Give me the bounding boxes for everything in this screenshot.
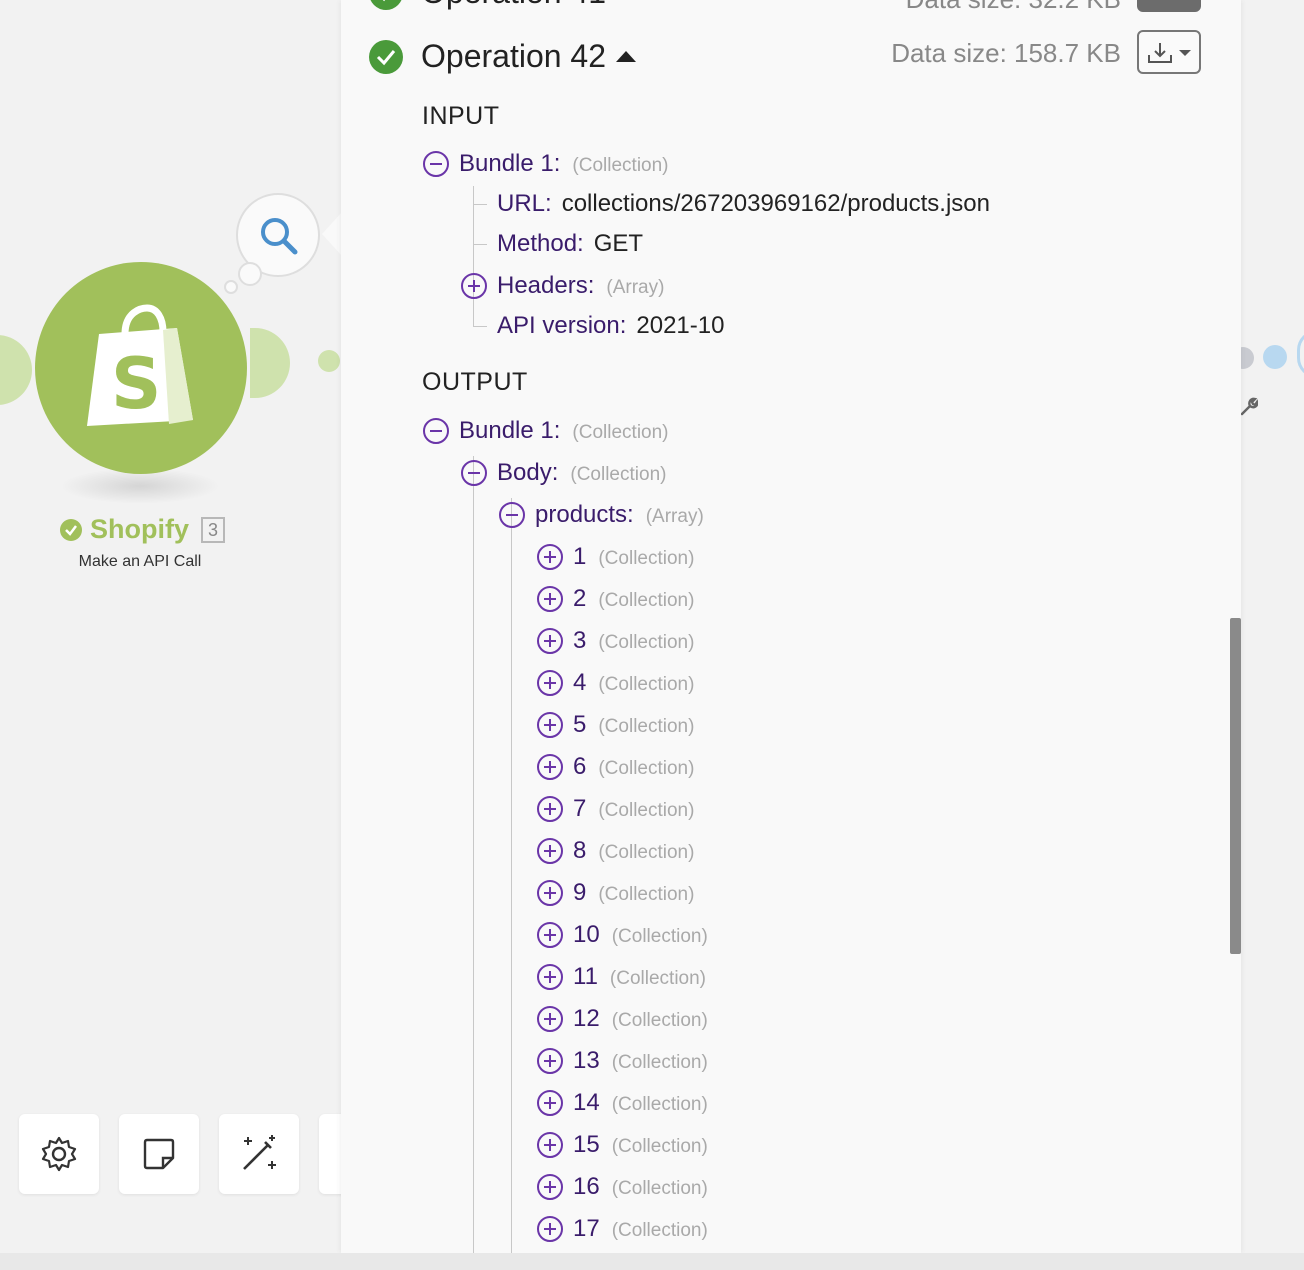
- expand-toggle-icon[interactable]: [537, 922, 563, 948]
- output-section-label: OUTPUT: [422, 368, 528, 396]
- product-item[interactable]: 12 (Collection): [537, 1005, 708, 1033]
- product-item[interactable]: 10 (Collection): [537, 921, 708, 949]
- expand-toggle-icon[interactable]: [537, 796, 563, 822]
- route-dot: [318, 350, 340, 372]
- expand-toggle-icon[interactable]: [537, 586, 563, 612]
- operation-row[interactable]: Operation 42: [369, 38, 637, 75]
- product-item[interactable]: 16 (Collection): [537, 1173, 708, 1201]
- collapse-toggle-icon[interactable]: [423, 418, 449, 444]
- product-item[interactable]: 1 (Collection): [537, 543, 694, 571]
- product-item[interactable]: 7 (Collection): [537, 795, 694, 823]
- tree-field-api-version[interactable]: API version: 2021-10: [497, 312, 724, 340]
- bubble-dot: [238, 262, 262, 286]
- product-item[interactable]: 11 (Collection): [537, 963, 706, 991]
- product-item[interactable]: 6 (Collection): [537, 753, 694, 781]
- tree-guide: [473, 186, 474, 326]
- product-item[interactable]: 13 (Collection): [537, 1047, 708, 1075]
- download-bundles-button[interactable]: [1137, 0, 1201, 12]
- search-icon: [261, 218, 298, 255]
- collapse-toggle-icon[interactable]: [461, 460, 487, 486]
- product-item[interactable]: 14 (Collection): [537, 1089, 708, 1117]
- expand-toggle-icon[interactable]: [537, 1048, 563, 1074]
- tree-node-bundle[interactable]: Bundle 1: (Collection): [423, 417, 669, 445]
- input-section-label: INPUT: [422, 102, 500, 130]
- expand-toggle-icon[interactable]: [537, 1174, 563, 1200]
- expand-toggle-icon[interactable]: [537, 628, 563, 654]
- tree-node-bundle[interactable]: Bundle 1: (Collection): [423, 150, 669, 178]
- product-item[interactable]: 2 (Collection): [537, 585, 694, 613]
- auto-align-button[interactable]: [219, 1114, 299, 1194]
- node-title: Shopify: [90, 514, 189, 544]
- product-item[interactable]: 5 (Collection): [537, 711, 694, 739]
- product-item[interactable]: 9 (Collection): [537, 879, 694, 907]
- node-id-badge: 3: [201, 516, 226, 543]
- node-label: Shopify 3: [60, 514, 226, 545]
- notes-button[interactable]: [119, 1114, 199, 1194]
- download-icon: [1148, 43, 1172, 63]
- expand-toggle-icon[interactable]: [537, 544, 563, 570]
- operation-inspector-panel: Operation 41 Data size: 32.2 KB Operatio…: [341, 0, 1241, 1253]
- node-subtitle: Make an API Call: [78, 553, 202, 570]
- collapse-toggle-icon[interactable]: [499, 502, 525, 528]
- settings-button[interactable]: [19, 1114, 99, 1194]
- next-module-edge[interactable]: [1297, 330, 1304, 378]
- expand-toggle-icon[interactable]: [461, 273, 487, 299]
- tree-field-url[interactable]: URL: collections/267203969162/products.j…: [497, 190, 990, 218]
- shopify-bag-icon: S: [87, 304, 193, 426]
- product-item[interactable]: 3 (Collection): [537, 627, 694, 655]
- tree-guide: [473, 326, 487, 327]
- note-icon: [143, 1138, 175, 1170]
- expand-toggle-icon[interactable]: [537, 670, 563, 696]
- expand-toggle-icon[interactable]: [537, 712, 563, 738]
- route-dot: [1263, 345, 1287, 369]
- panel-scrollbar[interactable]: [1230, 618, 1241, 954]
- tree-node-products[interactable]: products: (Array): [499, 501, 704, 529]
- success-check-icon: [369, 39, 403, 74]
- expand-toggle-icon[interactable]: [537, 1216, 563, 1242]
- connector-right[interactable]: [250, 328, 290, 398]
- tree-node-body[interactable]: Body: (Collection): [461, 459, 666, 487]
- bubble-dot: [224, 280, 238, 294]
- tree-node-headers[interactable]: Headers: (Array): [461, 272, 664, 300]
- download-bundles-button[interactable]: [1137, 30, 1201, 74]
- expand-toggle-icon[interactable]: [537, 838, 563, 864]
- collapse-caret-icon[interactable]: [616, 51, 637, 62]
- operation-title: Operation 41: [421, 0, 606, 11]
- panel-pointer: [322, 212, 342, 256]
- expand-toggle-icon[interactable]: [537, 1090, 563, 1116]
- operation-row[interactable]: Operation 41: [369, 0, 636, 11]
- wrench-icon[interactable]: [1238, 396, 1258, 416]
- expand-toggle-icon[interactable]: [537, 1132, 563, 1158]
- expand-toggle-icon[interactable]: [537, 1006, 563, 1032]
- product-item[interactable]: 15 (Collection): [537, 1131, 708, 1159]
- tree-guide: [473, 204, 487, 205]
- tree-guide: [473, 456, 474, 1253]
- connector-left: [0, 335, 32, 405]
- success-check-icon: [60, 518, 82, 541]
- gear-icon: [41, 1136, 77, 1172]
- magic-wand-icon: [243, 1135, 276, 1170]
- tree-field-method[interactable]: Method: GET: [497, 230, 643, 258]
- product-item[interactable]: 17 (Collection): [537, 1215, 708, 1243]
- product-item[interactable]: 8 (Collection): [537, 837, 694, 865]
- tree-guide: [473, 244, 487, 245]
- svg-text:S: S: [111, 343, 161, 425]
- success-check-icon: [369, 0, 403, 10]
- product-item[interactable]: 4 (Collection): [537, 669, 694, 697]
- tree-guide: [511, 498, 512, 1253]
- bottom-strip: [0, 1253, 1304, 1270]
- shopify-module-node[interactable]: S: [35, 262, 247, 474]
- expand-toggle-icon[interactable]: [537, 880, 563, 906]
- data-size: Data size: 32.2 KB: [906, 0, 1121, 15]
- collapse-toggle-icon[interactable]: [423, 151, 449, 177]
- operation-title: Operation 42: [421, 38, 607, 74]
- expand-toggle-icon[interactable]: [537, 754, 563, 780]
- data-size: Data size: 158.7 KB: [891, 38, 1121, 68]
- dropdown-arrow-icon: [1179, 50, 1191, 56]
- expand-toggle-icon[interactable]: [537, 964, 563, 990]
